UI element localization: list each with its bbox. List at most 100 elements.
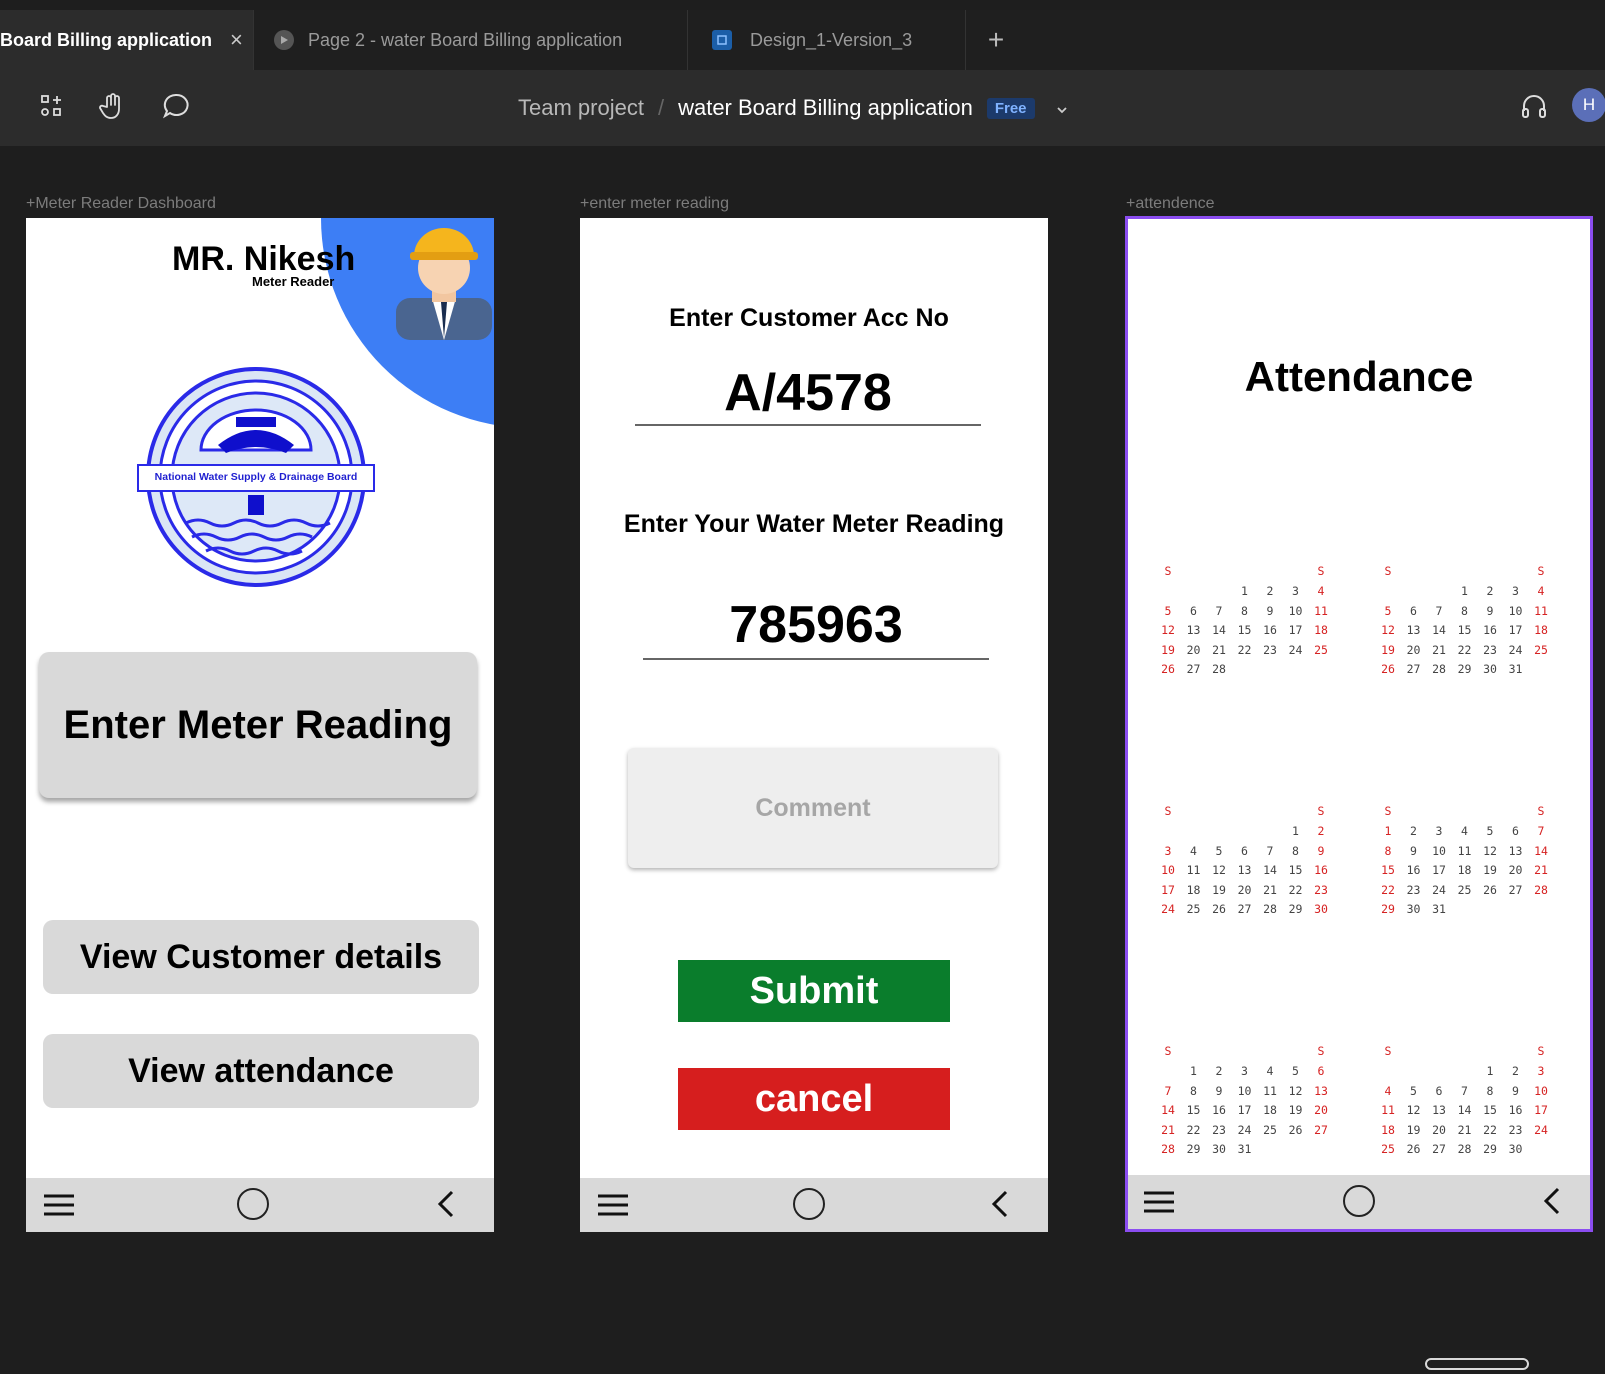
calendar-day[interactable]: 4	[1258, 1064, 1282, 1078]
calendar-day[interactable]: 10	[1156, 863, 1180, 877]
calendar-day[interactable]: 16	[1258, 623, 1282, 637]
calendar-day[interactable]: 13	[1309, 1084, 1333, 1098]
frame-label-dashboard[interactable]: +Meter Reader Dashboard	[26, 195, 216, 213]
calendar-day[interactable]: 20	[1504, 863, 1528, 877]
calendar-day[interactable]: 25	[1376, 1142, 1400, 1156]
calendar-day[interactable]: 3	[1233, 1064, 1257, 1078]
calendar-day[interactable]: 5	[1284, 1064, 1308, 1078]
back-icon[interactable]	[436, 1190, 456, 1223]
calendar-day[interactable]: 1	[1478, 1064, 1502, 1078]
calendar-day[interactable]: 22	[1478, 1123, 1502, 1137]
calendar-day[interactable]: 26	[1284, 1123, 1308, 1137]
calendar-day[interactable]: 20	[1182, 643, 1206, 657]
view-customer-details-button[interactable]: View Customer details	[43, 920, 479, 994]
calendar-day[interactable]: 25	[1453, 883, 1477, 897]
calendar-day[interactable]: 6	[1504, 824, 1528, 838]
calendar-day[interactable]: 28	[1207, 662, 1231, 676]
calendar-day[interactable]: 3	[1529, 1064, 1553, 1078]
view-attendance-button[interactable]: View attendance	[43, 1034, 479, 1108]
project-name[interactable]: water Board Billing application	[678, 95, 973, 121]
calendar-day[interactable]: 28	[1156, 1142, 1180, 1156]
tab-page-2[interactable]: Page 2 - water Board Billing application	[254, 10, 688, 70]
calendar-day[interactable]: 17	[1233, 1103, 1257, 1117]
calendar-day[interactable]: 16	[1478, 623, 1502, 637]
calendar-day[interactable]: 4	[1529, 584, 1553, 598]
calendar-day[interactable]: 23	[1504, 1123, 1528, 1137]
calendar-day[interactable]: 24	[1284, 643, 1308, 657]
calendar-day[interactable]: 7	[1258, 844, 1282, 858]
calendar-day[interactable]: 27	[1182, 662, 1206, 676]
calendar-day[interactable]: 15	[1453, 623, 1477, 637]
calendar-day[interactable]: 30	[1207, 1142, 1231, 1156]
calendar-day[interactable]: 9	[1258, 604, 1282, 618]
calendar-day[interactable]: 21	[1529, 863, 1553, 877]
calendar-day[interactable]: 28	[1529, 883, 1553, 897]
calendar-day[interactable]: 10	[1284, 604, 1308, 618]
submit-button[interactable]: Submit	[678, 960, 950, 1022]
calendar-day[interactable]: 31	[1233, 1142, 1257, 1156]
home-icon[interactable]	[237, 1188, 269, 1220]
back-icon[interactable]	[1542, 1187, 1562, 1220]
calendar-day[interactable]: 28	[1453, 1142, 1477, 1156]
enter-meter-reading-frame[interactable]: Enter Customer Acc No A/4578 Enter Your …	[580, 218, 1048, 1232]
calendar-day[interactable]: 12	[1376, 623, 1400, 637]
calendar-day[interactable]: 29	[1478, 1142, 1502, 1156]
components-icon[interactable]	[32, 86, 72, 126]
calendar-day[interactable]: 22	[1233, 643, 1257, 657]
calendar-day[interactable]: 8	[1376, 844, 1400, 858]
calendar-day[interactable]: 17	[1156, 883, 1180, 897]
calendar-day[interactable]: 26	[1207, 902, 1231, 916]
calendar-day[interactable]: 16	[1207, 1103, 1231, 1117]
calendar-day[interactable]: 25	[1309, 643, 1333, 657]
calendar-day[interactable]: 21	[1453, 1123, 1477, 1137]
calendar-day[interactable]: 26	[1376, 662, 1400, 676]
calendar-day[interactable]: 12	[1207, 863, 1231, 877]
calendar-day[interactable]: 7	[1156, 1084, 1180, 1098]
calendar-day[interactable]: 25	[1529, 643, 1553, 657]
calendar-day[interactable]: 6	[1402, 604, 1426, 618]
calendar-day[interactable]: 11	[1309, 604, 1333, 618]
calendar-day[interactable]: 18	[1453, 863, 1477, 877]
calendar-day[interactable]: 17	[1284, 623, 1308, 637]
calendar-day[interactable]: 27	[1402, 662, 1426, 676]
menu-icon[interactable]	[596, 1192, 630, 1223]
calendar-day[interactable]: 1	[1284, 824, 1308, 838]
calendar-day[interactable]: 1	[1182, 1064, 1206, 1078]
calendar-day[interactable]: 19	[1284, 1103, 1308, 1117]
calendar-day[interactable]: 16	[1504, 1103, 1528, 1117]
calendar-day[interactable]: 14	[1529, 844, 1553, 858]
chevron-down-icon[interactable]	[1055, 95, 1069, 121]
calendar-day[interactable]: 2	[1309, 824, 1333, 838]
calendar-day[interactable]: 8	[1284, 844, 1308, 858]
calendar-day[interactable]: 4	[1309, 584, 1333, 598]
calendar-day[interactable]: 9	[1207, 1084, 1231, 1098]
calendar-day[interactable]: 14	[1207, 623, 1231, 637]
menu-icon[interactable]	[1142, 1189, 1176, 1220]
calendar-day[interactable]: 30	[1478, 662, 1502, 676]
calendar-day[interactable]: 7	[1529, 824, 1553, 838]
calendar-day[interactable]: 18	[1376, 1123, 1400, 1137]
calendar-day[interactable]: 5	[1156, 604, 1180, 618]
avatar[interactable]: H	[1572, 88, 1605, 122]
calendar-day[interactable]: 29	[1284, 902, 1308, 916]
calendar-day[interactable]: 24	[1529, 1123, 1553, 1137]
enter-meter-reading-button[interactable]: Enter Meter Reading	[39, 652, 477, 798]
calendar-day[interactable]: 20	[1309, 1103, 1333, 1117]
calendar-day[interactable]: 2	[1478, 584, 1502, 598]
calendar-day[interactable]: 25	[1182, 902, 1206, 916]
calendar-day[interactable]: 18	[1309, 623, 1333, 637]
calendar-day[interactable]: 20	[1402, 643, 1426, 657]
calendar-day[interactable]: 18	[1258, 1103, 1282, 1117]
calendar-day[interactable]: 15	[1284, 863, 1308, 877]
breadcrumb-team-project[interactable]: Team project	[518, 95, 644, 121]
calendar-day[interactable]: 23	[1207, 1123, 1231, 1137]
calendar-day[interactable]: 13	[1182, 623, 1206, 637]
calendar-day[interactable]: 25	[1258, 1123, 1282, 1137]
calendar-day[interactable]: 15	[1376, 863, 1400, 877]
calendar-day[interactable]: 6	[1233, 844, 1257, 858]
calendar-day[interactable]: 31	[1504, 662, 1528, 676]
calendar-day[interactable]: 24	[1156, 902, 1180, 916]
calendar-day[interactable]: 13	[1233, 863, 1257, 877]
calendar-day[interactable]: 8	[1478, 1084, 1502, 1098]
calendar-day[interactable]: 11	[1182, 863, 1206, 877]
